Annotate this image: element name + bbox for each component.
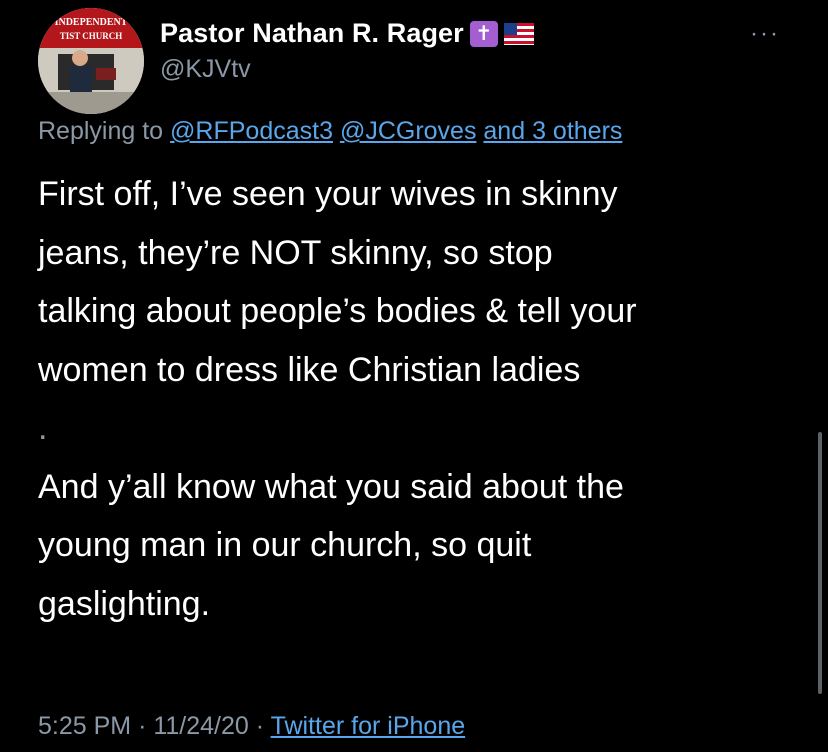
tweet-line: young man in our church, so quit	[38, 526, 532, 564]
avatar-image: INDEPENDENT TIST CHURCH	[38, 8, 144, 114]
tweet-line: jeans, they’re NOT skinny, so stop	[38, 233, 553, 272]
avatar[interactable]: INDEPENDENT TIST CHURCH	[38, 8, 144, 114]
tweet-line: And y’all know what you said about the	[38, 467, 624, 506]
avatar-sign-line-1: INDEPENDENT	[55, 17, 128, 28]
scrollbar[interactable]	[818, 432, 822, 694]
mention-link-jcgroves[interactable]: @JCGroves	[340, 117, 477, 145]
tweet-meta: 5:25 PM · 11/24/20 · Twitter for iPhone	[38, 712, 465, 741]
meta-separator: ·	[255, 712, 265, 740]
tweet-time[interactable]: 5:25 PM	[38, 712, 131, 740]
avatar-sign-line-2: TIST CHURCH	[60, 31, 123, 41]
cross-emoji-icon: ✝	[469, 20, 498, 47]
tweet-line: First off, I’ve seen your wives in skinn…	[38, 175, 618, 213]
author-display-name[interactable]: Pastor Nathan R. Rager	[160, 18, 464, 49]
meta-separator: ·	[138, 712, 147, 740]
author-handle[interactable]: @KJVtv	[160, 55, 251, 84]
others-link[interactable]: and 3 others	[483, 117, 622, 145]
author-name-row[interactable]: Pastor Nathan R. Rager ✝	[160, 18, 534, 49]
tweet-line: gaslighting.	[38, 584, 211, 623]
tweet-line: women to dress like Christian ladies	[38, 350, 581, 389]
us-flag-emoji-icon	[503, 22, 534, 45]
tweet-date[interactable]: 11/24/20	[153, 712, 248, 740]
tweet-text: First off, I’ve seen your wives in skinn…	[38, 165, 798, 633]
tweet-line: .	[38, 409, 48, 447]
tweet-source-link[interactable]: Twitter for iPhone	[271, 712, 466, 740]
tweet-line: talking about people’s bodies & tell you…	[38, 292, 637, 330]
replying-to: Replying to @RFPodcast3 @JCGroves and 3 …	[38, 117, 622, 146]
more-options-icon[interactable]: ···	[750, 22, 780, 46]
mention-link-rfpodcast3[interactable]: @RFPodcast3	[170, 117, 333, 145]
replying-to-label: Replying to	[38, 117, 164, 145]
